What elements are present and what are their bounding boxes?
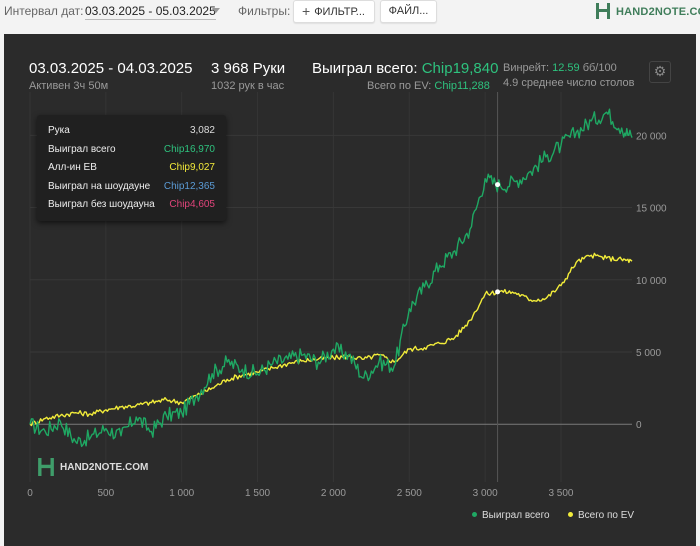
filters-label: Фильтры: [238,4,291,18]
file-button[interactable]: ФАЙЛ... [380,0,437,23]
tooltip-row-label: Выиграл всего [48,143,116,155]
watermark-text: HAND2NOTE.COM [60,462,149,473]
x-tick-label: 1 000 [169,488,194,499]
hand-tooltip: Рука 3,082 Выиграл всего Chip16,970 Алл-ин E… [37,115,226,221]
tooltip-row: Рука 3,082 [48,125,215,139]
plus-icon: + [302,3,311,19]
tooltip-row: Алл-ин EB Chip9,027 [48,162,215,176]
top-toolbar: Интервал дат: 03.03.2025 - 05.03.2025 Фи… [0,0,700,24]
date-interval-label: Интервал дат: [4,4,84,18]
hover-point-ev [495,289,501,295]
x-tick-label: 0 [27,488,33,499]
y-tick-label: 10 000 [636,276,667,287]
chevron-down-icon[interactable] [212,8,220,13]
tooltip-row-label: Алл-ин EB [48,162,97,173]
legend-won-label: Выиграл всего [482,510,550,521]
tooltip-row-label: Выиграл на шоудауне [48,180,151,192]
tooltip-row: Выиграл на шоудауне Chip12,365 [48,181,215,195]
legend-item-won[interactable]: Выиграл всего [472,510,550,521]
x-tick-label: 2 000 [321,488,346,499]
x-tick-label: 3 500 [548,488,573,499]
legend-ev-label: Всего по EV [578,510,635,521]
tooltip-row: Выиграл всего Chip16,970 [48,144,215,158]
tooltip-row-value: 3,082 [189,125,215,136]
tooltip-row-label: Рука [48,125,70,136]
tooltip-row-value: Chip9,027 [169,162,215,173]
x-tick-label: 2 500 [397,488,422,499]
hand2note-logo-icon [596,3,610,19]
legend-ev-dot [568,512,573,517]
tooltip-row-value: Chip4,605 [169,199,215,210]
x-tick-label: 1 500 [245,488,270,499]
legend-won-dot [472,512,477,517]
y-tick-label: 15 000 [636,204,667,215]
filter-button[interactable]: + ФИЛЬТР... [293,0,375,23]
filter-button-label: ФИЛЬТР... [314,6,365,18]
session-report-panel: 03.03.2025 - 04.03.2025 Активен 3ч 50м 3… [4,34,696,546]
legend-item-ev[interactable]: Всего по EV [568,510,634,521]
tooltip-row-value: Chip16,970 [163,143,215,155]
hand2note-logo-text: HAND2NOTE.COM [616,6,700,18]
tooltip-row-label: Выиграл без шоудауна [48,199,155,210]
y-tick-label: 20 000 [636,131,667,142]
tooltip-row-value: Chip12,365 [163,180,215,192]
y-tick-label: 0 [636,420,642,431]
hand2note-watermark-icon [38,458,54,476]
tooltip-row: Выиграл без шоудауна Chip4,605 [48,199,215,213]
date-range-select[interactable]: 03.03.2025 - 05.03.2025 [85,4,216,20]
x-tick-label: 500 [98,488,115,499]
series-line-ev [29,252,633,427]
x-tick-label: 3 000 [473,488,498,499]
y-tick-label: 5 000 [636,348,661,359]
hover-point-won [495,182,501,188]
